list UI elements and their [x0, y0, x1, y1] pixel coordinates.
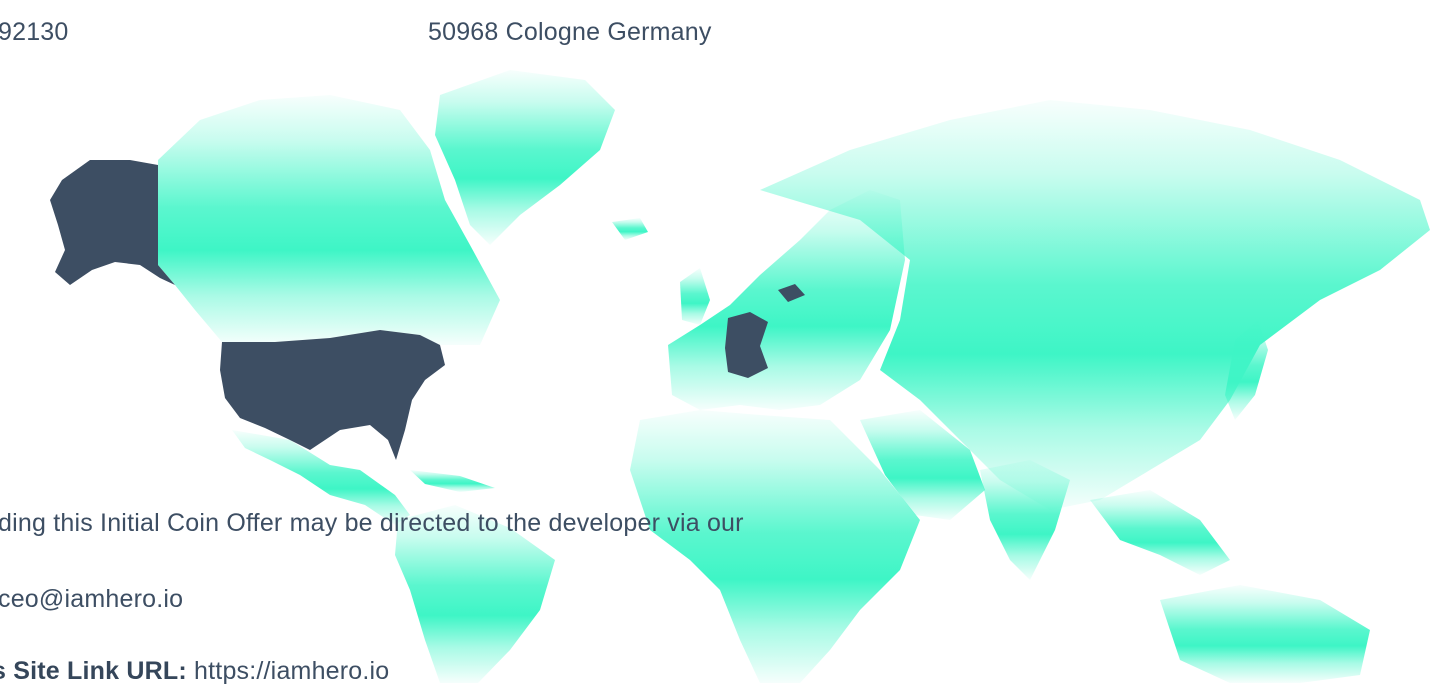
india-shape: [980, 460, 1070, 580]
site-link-label: s Site Link URL:: [0, 657, 187, 685]
australia-shape: [1160, 585, 1370, 683]
greenland-shape: [435, 70, 615, 245]
address-line: 50968 Cologne Germany: [428, 18, 712, 46]
world-map: [50, 70, 1430, 683]
iceland-shape: [612, 218, 648, 240]
phone-number-fragment: 92130: [0, 18, 69, 46]
site-link-line: s Site Link URL: https://iamhero.io: [0, 657, 389, 686]
uk-shape: [680, 268, 710, 325]
southeast-asia-shape: [1090, 490, 1230, 575]
inquiry-sentence: ding this Initial Coin Offer may be dire…: [0, 509, 744, 537]
alaska-shape: [50, 160, 175, 285]
caribbean-shape: [410, 470, 495, 492]
site-link-url[interactable]: https://iamhero.io: [194, 657, 389, 685]
email-link[interactable]: ceo@iamhero.io: [0, 585, 183, 614]
